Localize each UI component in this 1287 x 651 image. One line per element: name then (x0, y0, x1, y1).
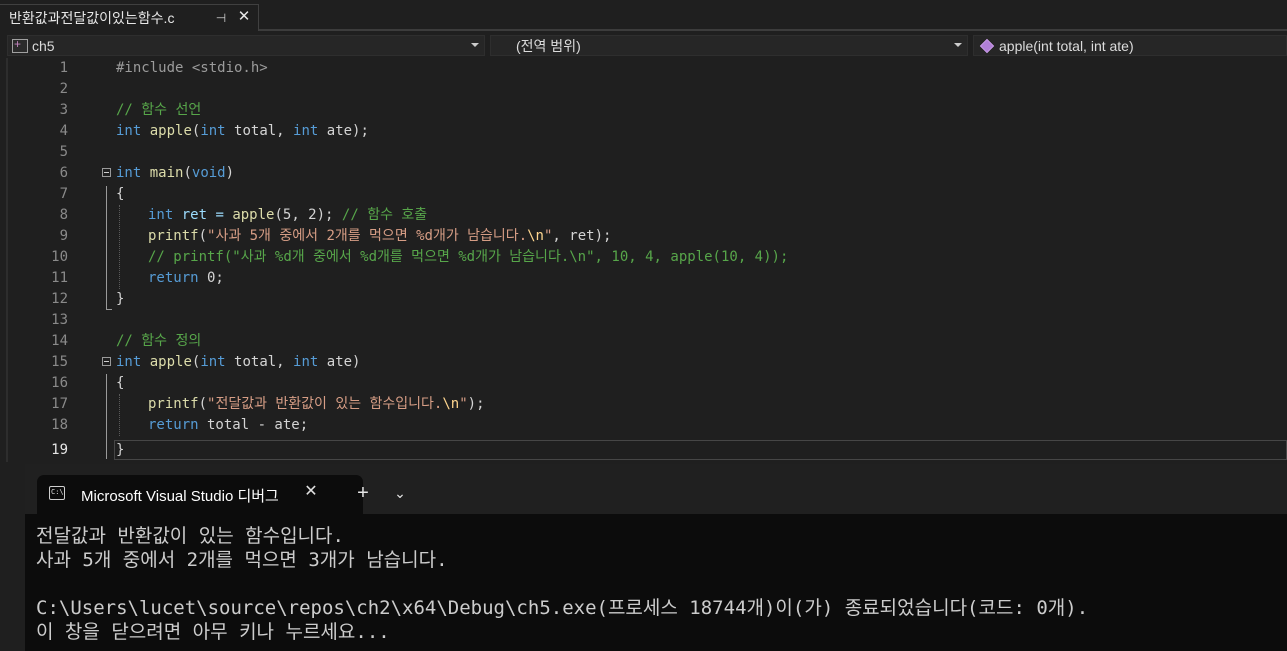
code-text: { (116, 186, 125, 202)
line-number: 3 (59, 102, 68, 118)
console-line: 이 창을 닫으려면 아무 키나 누르세요... (36, 621, 390, 643)
project-dropdown[interactable]: ch5 (7, 35, 485, 56)
code-text: } (116, 291, 125, 307)
code-text: } (116, 442, 125, 458)
code-text: return 0; (148, 270, 224, 286)
close-tab-icon[interactable]: ✕ (236, 9, 252, 25)
collapse-icon[interactable] (102, 357, 111, 366)
collapse-icon[interactable] (102, 168, 111, 177)
scope-label: (전역 범위) (516, 37, 581, 54)
code-line-8: 8 int ret = apple(5, 2); // 함수 호출 (0, 205, 1287, 226)
chevron-down-icon (471, 43, 479, 47)
console-line: 사과 5개 중에서 2개를 먹으면 3개가 남습니다. (36, 549, 448, 571)
code-line-12: 12 } (0, 289, 1287, 310)
code-text: int ret = apple(5, 2); // 함수 호출 (148, 207, 428, 223)
console-tab[interactable]: C:\ Microsoft Visual Studio 디버그 ✕ (37, 475, 363, 514)
function-dropdown[interactable]: apple(int total, int ate) (973, 35, 1287, 56)
console-line: C:\Users\lucet\source\repos\ch2\x64\Debu… (36, 597, 1089, 619)
code-text: // printf("사과 %d개 중에서 %d개를 먹으면 %d개가 남습니다… (148, 249, 789, 265)
code-line-7: 7 { (0, 184, 1287, 205)
code-line-14: 14 // 함수 정의 (0, 331, 1287, 352)
line-number: 4 (59, 123, 68, 139)
document-tab-title: 반환값과전달값이있는함수.c (9, 10, 175, 26)
console-output[interactable]: 전달값과 반환값이 있는 함수입니다. 사과 5개 중에서 2개를 먹으면 3개가… (36, 524, 1088, 644)
code-text: printf("사과 5개 중에서 2개를 먹으면 %d개가 남습니다.\n",… (148, 228, 612, 244)
project-icon (12, 37, 28, 53)
code-line-10: 10 // printf("사과 %d개 중에서 %d개를 먹으면 %d개가 남… (0, 247, 1287, 268)
code-text: int main(void) (116, 165, 235, 181)
code-text: int apple(int total, int ate); (116, 123, 369, 139)
scope-dropdown[interactable]: (전역 범위) (490, 35, 968, 56)
code-line-2: 2 (0, 79, 1287, 100)
line-number: 12 (51, 291, 68, 307)
chevron-down-icon (954, 43, 962, 47)
code-line-13: 13 (0, 310, 1287, 331)
line-number: 17 (51, 396, 68, 412)
console-line: 전달값과 반환값이 있는 함수입니다. (36, 525, 344, 547)
close-icon[interactable]: ✕ (302, 483, 320, 501)
code-line-3: 3 // 함수 선언 (0, 100, 1287, 121)
line-number: 9 (59, 228, 68, 244)
line-number: 2 (59, 81, 68, 97)
line-number: 11 (51, 270, 68, 286)
document-tab[interactable]: 반환값과전달값이있는함수.c ⊣ ✕ (0, 4, 259, 31)
pin-icon[interactable]: ⊣ (214, 11, 228, 25)
code-line-9: 9 printf("사과 5개 중에서 2개를 먹으면 %d개가 남습니다.\n… (0, 226, 1287, 247)
document-tab-strip: 반환값과전달값이있는함수.c ⊣ ✕ (0, 0, 1287, 31)
code-text: printf("전달값과 반환값이 있는 함수입니다.\n"); (148, 396, 485, 412)
code-line-4: 4 int apple(int total, int ate); (0, 121, 1287, 142)
line-number: 18 (51, 417, 68, 433)
line-number: 14 (51, 333, 68, 349)
code-editor[interactable]: 1 #include <stdio.h> 2 3 // 함수 선언 4 int … (0, 58, 1287, 462)
code-line-16: 16 { (0, 373, 1287, 394)
line-number: 10 (51, 249, 68, 265)
project-label: ch5 (32, 37, 55, 54)
line-number: 15 (51, 354, 68, 370)
console-tab-title: Microsoft Visual Studio 디버그 (81, 488, 279, 505)
terminal-icon: C:\ (49, 486, 65, 500)
line-number: 1 (59, 60, 68, 76)
console-tab-bar: C:\ Microsoft Visual Studio 디버그 ✕ + ⌄ (25, 464, 1287, 514)
debug-console-window: C:\ Microsoft Visual Studio 디버그 ✕ + ⌄ 전달… (25, 464, 1287, 651)
code-line-17: 17 printf("전달값과 반환값이 있는 함수입니다.\n"); (0, 394, 1287, 415)
line-number: 16 (51, 375, 68, 391)
code-line-1: 1 #include <stdio.h> (0, 58, 1287, 79)
code-text: // 함수 정의 (116, 333, 202, 349)
code-line-6: 6 int main(void) (0, 163, 1287, 184)
code-text: // 함수 선언 (116, 102, 202, 118)
line-number: 5 (59, 144, 68, 160)
navigation-bar: ch5 (전역 범위) apple(int total, int ate) (0, 33, 1287, 58)
line-number: 7 (59, 186, 68, 202)
code-text: { (116, 375, 125, 391)
code-line-11: 11 return 0; (0, 268, 1287, 289)
function-label: apple(int total, int ate) (999, 37, 1134, 54)
function-cube-icon (979, 38, 995, 53)
line-number: 13 (51, 312, 68, 328)
code-text: int apple(int total, int ate) (116, 354, 361, 370)
code-text: return total - ate; (148, 417, 309, 433)
chevron-down-icon[interactable]: ⌄ (389, 482, 411, 504)
line-number: 6 (59, 165, 68, 181)
code-line-15: 15 int apple(int total, int ate) (0, 352, 1287, 373)
code-line-18: 18 return total - ate; (0, 415, 1287, 436)
line-number-current: 19 (51, 442, 68, 458)
code-text: #include <stdio.h> (116, 60, 268, 76)
code-line-5: 5 (0, 142, 1287, 163)
new-tab-button[interactable]: + (352, 482, 374, 504)
code-line-19: 19 } (0, 440, 1287, 461)
line-number: 8 (59, 207, 68, 223)
